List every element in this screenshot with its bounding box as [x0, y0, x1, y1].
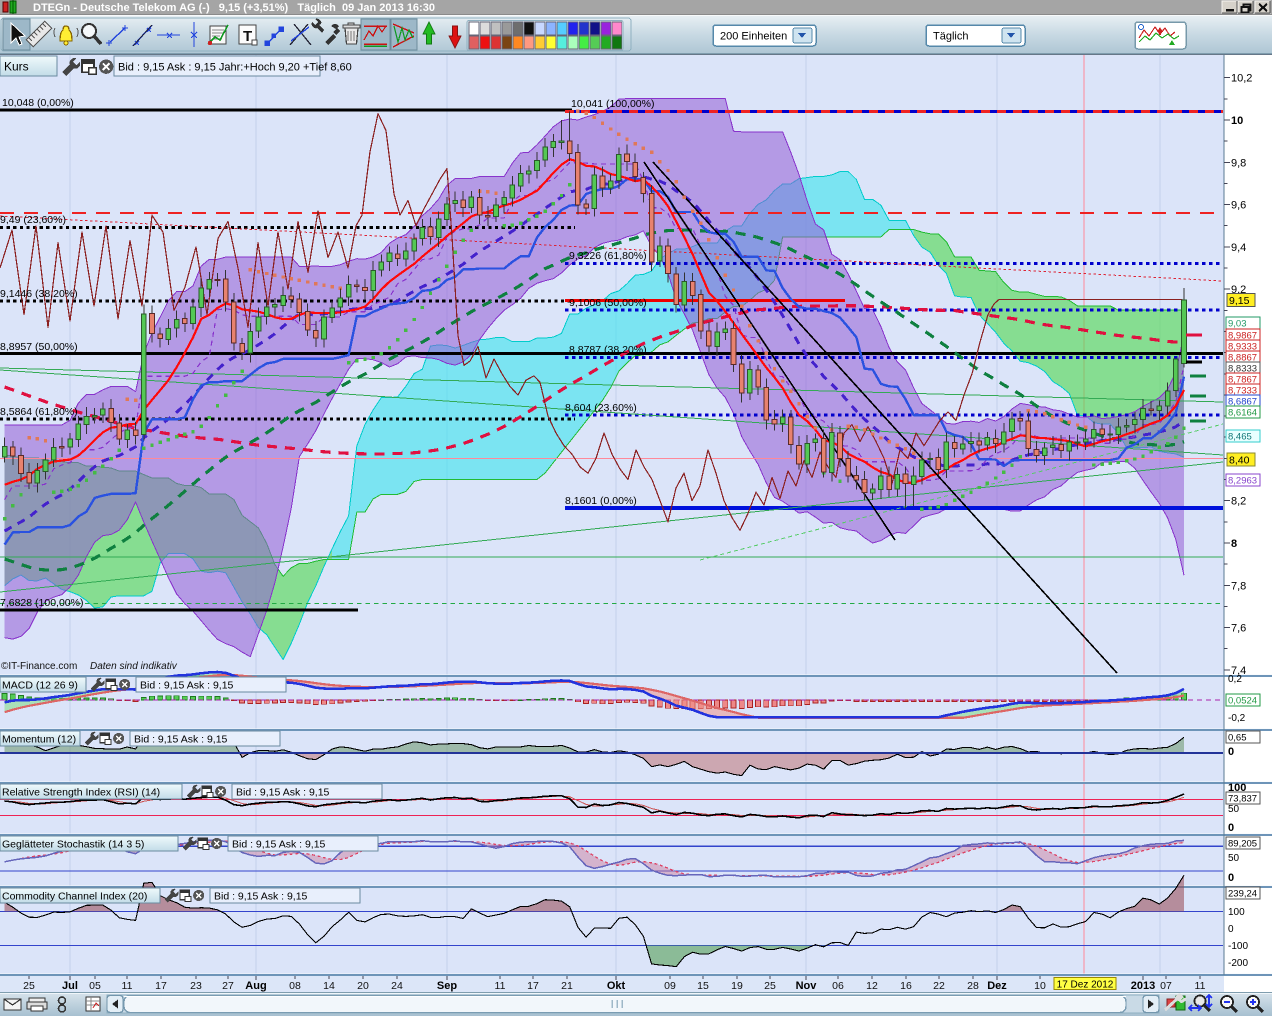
- svg-text:17: 17: [155, 980, 167, 992]
- svg-text:Dez: Dez: [987, 980, 1007, 992]
- svg-text:-100: -100: [1228, 941, 1248, 952]
- svg-text:8,1601 (0,00%): 8,1601 (0,00%): [565, 495, 637, 507]
- svg-text:Commodity Channel Index (20): Commodity Channel Index (20): [2, 891, 147, 903]
- svg-text:Bid : 9,15 Ask : 9,15 Jahr:+Ho: Bid : 9,15 Ask : 9,15 Jahr:+Hoch 9,20 +T…: [118, 62, 352, 74]
- svg-text:Bid : 9,15 Ask : 9,15: Bid : 9,15 Ask : 9,15: [214, 891, 308, 903]
- svg-text:0,2: 0,2: [1228, 674, 1242, 685]
- svg-text:Sep: Sep: [437, 980, 457, 992]
- svg-text:8,8957 (50,00%): 8,8957 (50,00%): [0, 341, 78, 353]
- svg-text:DTEGn - Deutsche Telekom AG (-: DTEGn - Deutsche Telekom AG (-) 9,15 (+3…: [33, 2, 435, 14]
- svg-text:10: 10: [1034, 980, 1046, 992]
- svg-text:Bid : 9,15 Ask : 9,15: Bid : 9,15 Ask : 9,15: [140, 680, 234, 692]
- svg-text:8,40: 8,40: [1229, 455, 1250, 467]
- svg-text:Geglätteter Stochastik (14 3 5: Geglätteter Stochastik (14 3 5): [2, 839, 144, 851]
- svg-text:Nov: Nov: [796, 980, 818, 992]
- svg-text:Relative Strength Index (RSI): Relative Strength Index (RSI) (14): [2, 787, 160, 799]
- svg-text:89,205: 89,205: [1228, 839, 1257, 850]
- svg-text:8,465: 8,465: [1228, 432, 1252, 443]
- svg-text:Bid : 9,15 Ask : 9,15: Bid : 9,15 Ask : 9,15: [232, 839, 326, 851]
- svg-text:T: T: [243, 28, 252, 45]
- svg-text:10,041 (100,00%): 10,041 (100,00%): [571, 98, 654, 110]
- svg-text:25: 25: [23, 980, 35, 992]
- svg-text:11: 11: [1195, 980, 1206, 992]
- svg-text:Jul: Jul: [62, 980, 78, 992]
- svg-text:7,8: 7,8: [1231, 580, 1246, 592]
- svg-text:239,24: 239,24: [1228, 889, 1257, 900]
- svg-text:50: 50: [1228, 804, 1240, 815]
- svg-text:Momentum (12): Momentum (12): [2, 734, 76, 746]
- svg-text:05: 05: [89, 980, 101, 992]
- svg-text:100: 100: [1228, 907, 1245, 918]
- svg-text:8,5864 (61,80%): 8,5864 (61,80%): [0, 406, 78, 418]
- svg-text:9,03: 9,03: [1228, 319, 1247, 330]
- svg-text:200 Einheiten: 200 Einheiten: [720, 31, 787, 43]
- svg-text:Kurs: Kurs: [4, 60, 29, 74]
- svg-text:0: 0: [1228, 746, 1234, 758]
- svg-text:17 Dez 2012: 17 Dez 2012: [1057, 980, 1114, 991]
- svg-text:27: 27: [222, 980, 234, 992]
- svg-text:12: 12: [866, 980, 878, 992]
- svg-text:09: 09: [664, 980, 676, 992]
- svg-text:73,837: 73,837: [1228, 794, 1257, 805]
- svg-text:11: 11: [122, 980, 133, 992]
- svg-text:9,15: 9,15: [1229, 295, 1250, 307]
- svg-text:24: 24: [391, 980, 403, 992]
- svg-text:8,8787 (38,20%): 8,8787 (38,20%): [569, 344, 647, 356]
- svg-text:9,4: 9,4: [1231, 242, 1246, 254]
- svg-text:0: 0: [1228, 872, 1234, 884]
- svg-text:11: 11: [495, 980, 506, 992]
- svg-text:06: 06: [832, 980, 844, 992]
- svg-text:10,048 (0,00%): 10,048 (0,00%): [2, 97, 74, 109]
- svg-text:0,0524: 0,0524: [1228, 696, 1257, 707]
- svg-text:08: 08: [289, 980, 301, 992]
- svg-text:8,604 (23,60%): 8,604 (23,60%): [565, 402, 637, 414]
- svg-text:Bid : 9,15 Ask : 9,15: Bid : 9,15 Ask : 9,15: [236, 787, 330, 799]
- svg-text:2013: 2013: [1131, 980, 1155, 992]
- svg-text:0: 0: [1228, 924, 1234, 935]
- svg-text:9,1006 (50,00%): 9,1006 (50,00%): [569, 297, 647, 309]
- svg-text:9,6: 9,6: [1231, 200, 1246, 212]
- svg-text:9,49 (23,60%): 9,49 (23,60%): [0, 214, 66, 226]
- svg-text:10: 10: [1231, 115, 1243, 127]
- svg-text:8: 8: [1231, 538, 1237, 550]
- svg-text:©IT-Finance.com: ©IT-Finance.com: [1, 661, 77, 672]
- svg-text:07: 07: [1160, 980, 1172, 992]
- svg-text:-0,2: -0,2: [1228, 713, 1246, 724]
- svg-text:19: 19: [731, 980, 743, 992]
- svg-text:Täglich: Täglich: [933, 31, 968, 43]
- svg-text:15: 15: [697, 980, 709, 992]
- svg-text:21: 21: [561, 980, 573, 992]
- svg-text:17: 17: [527, 980, 539, 992]
- svg-text:25: 25: [764, 980, 776, 992]
- svg-text:7,6: 7,6: [1231, 623, 1246, 635]
- svg-text:9,8: 9,8: [1231, 157, 1246, 169]
- svg-text:8,2963: 8,2963: [1228, 476, 1257, 487]
- svg-text:Bid : 9,15 Ask : 9,15: Bid : 9,15 Ask : 9,15: [134, 734, 228, 746]
- svg-text:Okt: Okt: [607, 980, 626, 992]
- svg-text:Daten sind indikativ: Daten sind indikativ: [90, 661, 178, 672]
- svg-text:-200: -200: [1228, 958, 1248, 969]
- svg-text:28: 28: [967, 980, 979, 992]
- svg-text:20: 20: [357, 980, 369, 992]
- svg-text:9,3226 (61,80%): 9,3226 (61,80%): [569, 250, 647, 262]
- svg-text:9,1446 (38,20%): 9,1446 (38,20%): [0, 288, 78, 300]
- svg-text:23: 23: [190, 980, 202, 992]
- svg-text:50: 50: [1228, 853, 1240, 864]
- svg-text:7,6828 (100,00%): 7,6828 (100,00%): [0, 597, 83, 609]
- svg-text:14: 14: [323, 980, 335, 992]
- svg-text:0,65: 0,65: [1228, 733, 1247, 744]
- svg-text:MACD (12 26 9): MACD (12 26 9): [2, 680, 78, 692]
- svg-text:10,2: 10,2: [1231, 73, 1252, 85]
- svg-text:0: 0: [1228, 822, 1234, 834]
- svg-text:16: 16: [900, 980, 912, 992]
- svg-text:8,2: 8,2: [1231, 496, 1246, 508]
- svg-text:Aug: Aug: [245, 980, 266, 992]
- svg-text:22: 22: [933, 980, 945, 992]
- svg-text:8,6164: 8,6164: [1228, 408, 1257, 419]
